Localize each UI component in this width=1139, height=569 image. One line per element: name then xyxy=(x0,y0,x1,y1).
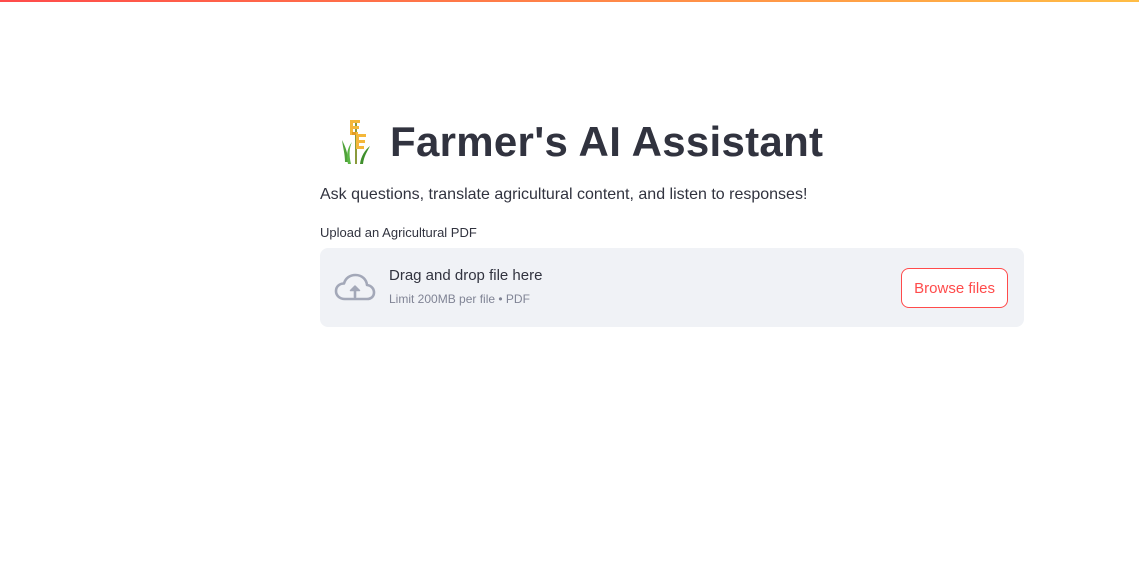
corn-plant-icon xyxy=(330,116,382,168)
app-header-decoration xyxy=(0,0,1139,2)
page-title: Farmer's AI Assistant xyxy=(390,118,824,165)
title-row: Farmer's AI Assistant xyxy=(320,110,1024,174)
page-subtitle: Ask questions, translate agricultural co… xyxy=(320,186,808,203)
dropzone-title: Drag and drop file here xyxy=(389,267,543,284)
dropzone-instructions: Drag and drop file here Limit 200MB per … xyxy=(389,267,542,306)
upload-label: Upload an Agricultural PDF xyxy=(320,225,477,240)
dropzone-limit: Limit 200MB per file • PDF xyxy=(389,292,530,306)
file-dropzone[interactable]: Drag and drop file here Limit 200MB per … xyxy=(320,248,1024,327)
browse-files-button[interactable]: Browse files xyxy=(901,268,1008,308)
main-content: Farmer's AI Assistant Ask questions, tra… xyxy=(320,110,1024,327)
cloud-upload-icon xyxy=(334,272,376,304)
